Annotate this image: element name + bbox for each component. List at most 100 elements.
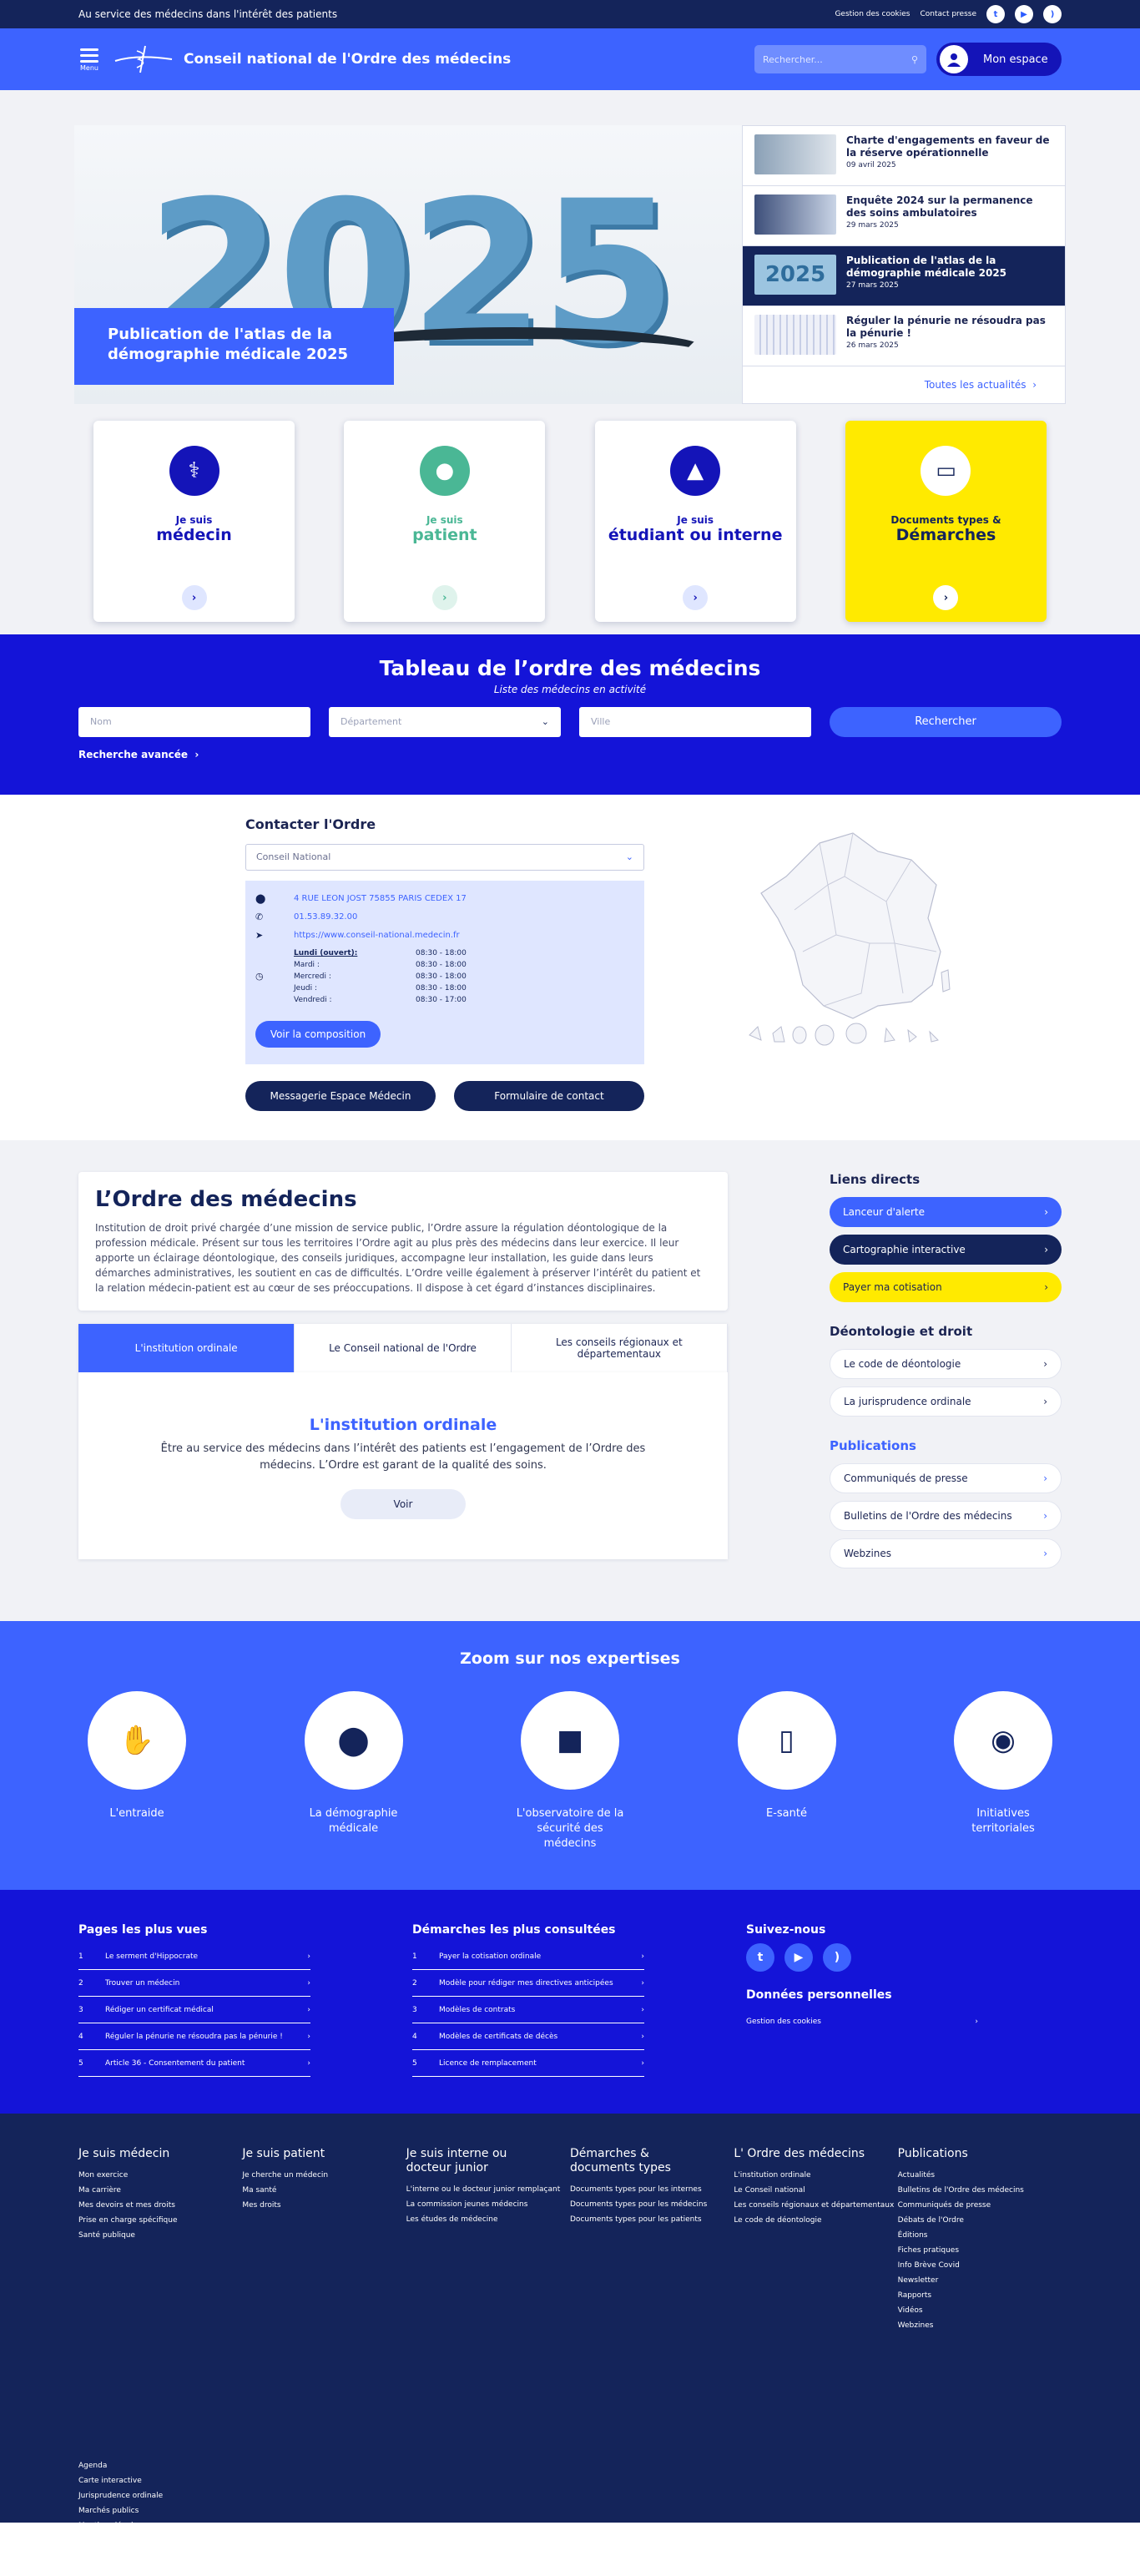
footer-link[interactable]: Mes devoirs et mes droits bbox=[78, 2198, 242, 2213]
press-releases-link[interactable]: Communiqués de presse › bbox=[830, 1463, 1062, 1493]
footer-bottom-link[interactable]: Mentions légales bbox=[78, 2518, 1062, 2533]
footer-link[interactable]: Ma carrière bbox=[78, 2183, 242, 2198]
footer-link[interactable]: Newsletter bbox=[898, 2273, 1062, 2288]
footer-link[interactable]: Vidéos bbox=[898, 2303, 1062, 2318]
card-documents[interactable]: ▭ Documents types & Démarches › bbox=[845, 421, 1047, 622]
expertise-initiatives[interactable]: ◉ Initiatives territoriales bbox=[945, 1691, 1062, 1851]
bulletins-link[interactable]: Bulletins de l'Ordre des médecins › bbox=[830, 1501, 1062, 1531]
youtube-icon[interactable]: ▶ bbox=[784, 1943, 813, 1972]
footer-link[interactable]: La commission jeunes médecins bbox=[406, 2197, 570, 2212]
card-medecin[interactable]: ⚕ Je suis médecin › bbox=[93, 421, 295, 622]
footer-link[interactable]: Les études de médecine bbox=[406, 2212, 570, 2227]
deontology-code-link[interactable]: Le code de déontologie › bbox=[830, 1349, 1062, 1379]
expertise-demographie[interactable]: ⬤ La démographie médicale bbox=[295, 1691, 412, 1851]
contact-form-button[interactable]: Formulaire de contact bbox=[454, 1081, 644, 1111]
whistleblower-link[interactable]: Lanceur d'alerte › bbox=[830, 1197, 1062, 1227]
footer-link[interactable]: Éditions bbox=[898, 2228, 1062, 2243]
list-item[interactable]: 1 Le serment d'Hippocrate › bbox=[78, 1943, 310, 1970]
cookies-link[interactable]: Gestion des cookies bbox=[835, 10, 910, 18]
advanced-search-link[interactable]: Recherche avancée › bbox=[78, 749, 1062, 760]
list-item[interactable]: 4 Réguler la pénurie ne résoudra pas la p… bbox=[78, 2023, 310, 2050]
footer-link[interactable]: Santé publique bbox=[78, 2228, 242, 2243]
footer-link[interactable]: L'interne ou le docteur junior remplaçan… bbox=[406, 2182, 570, 2197]
pay-contribution-link[interactable]: Payer ma cotisation › bbox=[830, 1272, 1062, 1302]
jurisprudence-link[interactable]: La jurisprudence ordinale › bbox=[830, 1386, 1062, 1417]
footer-link[interactable]: Info Brève Covid bbox=[898, 2258, 1062, 2273]
list-item[interactable]: 3 Modèles de contrats › bbox=[412, 1997, 644, 2023]
list-item[interactable]: 3 Rédiger un certificat médical › bbox=[78, 1997, 310, 2023]
site-name[interactable]: Conseil national de l'Ordre des médecins bbox=[184, 51, 754, 68]
cookies-settings-link[interactable]: Gestion des cookies › bbox=[746, 2008, 978, 2035]
expertise-observatoire[interactable]: ■ L'observatoire de la sécurité des médec… bbox=[512, 1691, 628, 1851]
footer-link[interactable]: Les conseils régionaux et départementaux bbox=[734, 2198, 897, 2213]
footer-bottom-link[interactable]: Agenda bbox=[78, 2458, 1062, 2473]
footer-link[interactable]: Mon exercice bbox=[78, 2168, 242, 2183]
news-item[interactable]: Enquête 2024 sur la permanence des soins… bbox=[743, 186, 1065, 246]
france-map[interactable] bbox=[744, 826, 961, 1052]
footer-bottom-link[interactable]: Jurisprudence ordinale bbox=[78, 2488, 1062, 2503]
department-select[interactable]: Département ⌄ bbox=[329, 707, 561, 737]
see-button[interactable]: Voir bbox=[340, 1489, 466, 1519]
list-item[interactable]: 4 Modèles de certificats de décès › bbox=[412, 2023, 644, 2050]
footer-link[interactable]: Débats de l'Ordre bbox=[898, 2213, 1062, 2228]
footer-link[interactable]: Prise en charge spécifique bbox=[78, 2213, 242, 2228]
footer-bottom-link[interactable]: Marchés publics bbox=[78, 2503, 1062, 2518]
council-select[interactable]: Conseil National ⌄ bbox=[245, 844, 644, 871]
footer-link[interactable]: Ma santé bbox=[242, 2183, 406, 2198]
press-contact-link[interactable]: Contact presse bbox=[920, 10, 976, 18]
composition-button[interactable]: Voir la composition bbox=[255, 1021, 381, 1048]
tab-conseils-regionaux[interactable]: Les conseils régionaux et départementaux bbox=[512, 1324, 728, 1372]
search-button[interactable]: Rechercher bbox=[830, 707, 1062, 737]
footer-link[interactable]: Actualités bbox=[898, 2168, 1062, 2183]
expertise-esante[interactable]: ▯ E-santé bbox=[729, 1691, 845, 1851]
list-item[interactable]: 2 Trouver un médecin › bbox=[78, 1970, 310, 1997]
footer-bottom-link[interactable]: Carte interactive bbox=[78, 2473, 1062, 2488]
tab-conseil-national[interactable]: Le Conseil national de l'Ordre bbox=[295, 1324, 512, 1372]
hero-caption[interactable]: Publication de l'atlas de la démographie… bbox=[74, 308, 394, 385]
chevron-right-icon[interactable]: › bbox=[683, 585, 709, 610]
list-item[interactable]: 5 Licence de remplacement › bbox=[412, 2050, 644, 2077]
list-item[interactable]: 1 Payer la cotisation ordinale › bbox=[412, 1943, 644, 1970]
chevron-right-icon[interactable]: › bbox=[181, 585, 207, 610]
all-news-link[interactable]: Toutes les actualités › bbox=[743, 366, 1065, 403]
news-item[interactable]: Charte d'engagements en faveur de la rés… bbox=[743, 126, 1065, 186]
contact-phone[interactable]: 01.53.89.32.00 bbox=[294, 912, 357, 922]
footer-link[interactable]: Documents types pour les internes bbox=[570, 2182, 734, 2197]
news-item[interactable]: Réguler la pénurie ne résoudra pas la pé… bbox=[743, 306, 1065, 366]
rss-icon[interactable]: ) bbox=[1043, 5, 1062, 23]
webzines-link[interactable]: Webzines › bbox=[830, 1538, 1062, 1568]
footer-bottom-link[interactable]: Conditions générales d'utilisation bbox=[78, 2548, 1062, 2563]
menu-button[interactable]: Menu bbox=[78, 47, 100, 72]
chevron-right-icon[interactable]: › bbox=[933, 585, 959, 610]
footer-link[interactable]: Fiches pratiques bbox=[898, 2243, 1062, 2258]
footer-link[interactable]: Je cherche un médecin bbox=[242, 2168, 406, 2183]
footer-bottom-link[interactable]: Politique de confidentialité bbox=[78, 2533, 1062, 2548]
footer-link[interactable]: Webzines bbox=[898, 2318, 1062, 2333]
twitter-icon[interactable]: t bbox=[986, 5, 1005, 23]
my-space-button[interactable]: Mon espace bbox=[936, 43, 1062, 76]
footer-link[interactable]: Documents types pour les médecins bbox=[570, 2197, 734, 2212]
footer-link[interactable]: Bulletins de l'Ordre des médecins bbox=[898, 2183, 1062, 2198]
card-patient[interactable]: ● Je suis patient › bbox=[344, 421, 546, 622]
footer-link[interactable]: L'institution ordinale bbox=[734, 2168, 897, 2183]
footer-link[interactable]: Le Conseil national bbox=[734, 2183, 897, 2198]
tab-institution[interactable]: L'institution ordinale bbox=[78, 1324, 295, 1372]
list-item[interactable]: 2 Modèle pour rédiger mes directives anti… bbox=[412, 1970, 644, 1997]
interactive-map-link[interactable]: Cartographie interactive › bbox=[830, 1235, 1062, 1265]
footer-link[interactable]: Mes droits bbox=[242, 2198, 406, 2213]
messagerie-button[interactable]: Messagerie Espace Médecin bbox=[245, 1081, 436, 1111]
search-input[interactable]: Rechercher... ⚲ bbox=[754, 45, 926, 73]
footer-link[interactable]: Documents types pour les patients bbox=[570, 2212, 734, 2227]
footer-link[interactable]: Rapports bbox=[898, 2288, 1062, 2303]
name-input[interactable]: Nom bbox=[78, 707, 310, 737]
contact-website[interactable]: https://www.conseil-national.medecin.fr bbox=[294, 931, 460, 940]
expertise-entraide[interactable]: ✋ L'entraide bbox=[78, 1691, 195, 1851]
city-input[interactable]: Ville bbox=[579, 707, 811, 737]
card-etudiant[interactable]: ▲ Je suis étudiant ou interne › bbox=[594, 421, 796, 622]
hero-image[interactable]: 2025 Publication de l'atlas de la démogr… bbox=[74, 125, 742, 404]
chevron-right-icon[interactable]: › bbox=[431, 585, 457, 610]
list-item[interactable]: 5 Article 36 - Consentement du patient › bbox=[78, 2050, 310, 2077]
youtube-icon[interactable]: ▶ bbox=[1015, 5, 1033, 23]
twitter-icon[interactable]: t bbox=[746, 1943, 774, 1972]
search-icon[interactable]: ⚲ bbox=[911, 54, 918, 65]
